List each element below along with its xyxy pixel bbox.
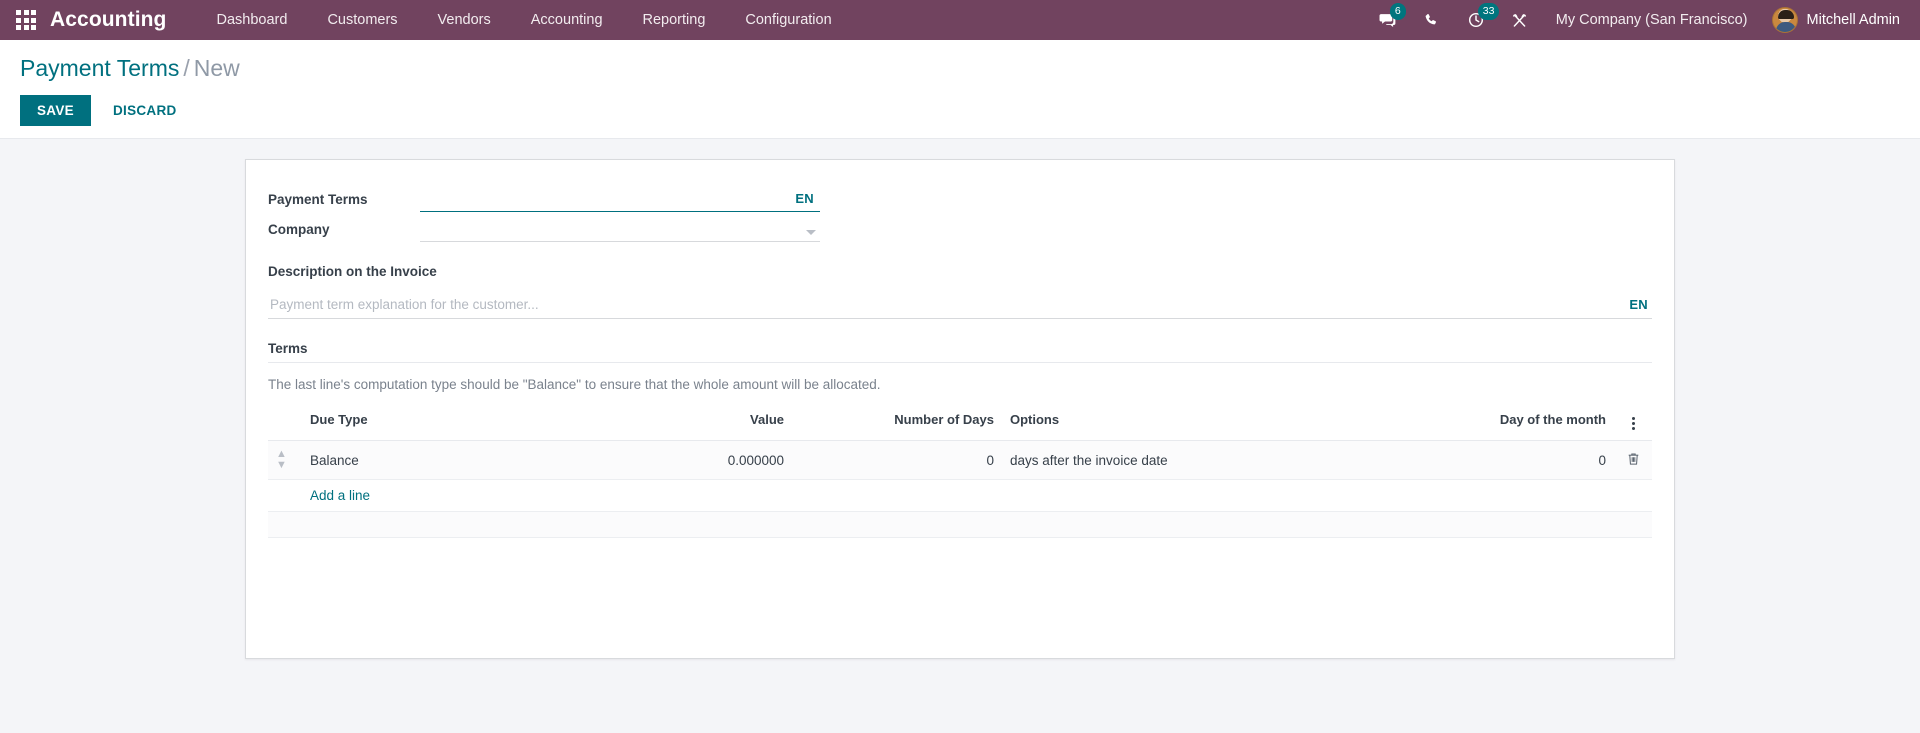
- apps-grid-icon[interactable]: [16, 10, 36, 30]
- breadcrumb-separator: /: [183, 55, 190, 81]
- description-lang-badge[interactable]: EN: [1629, 297, 1650, 312]
- app-brand-accounting[interactable]: Accounting: [50, 8, 167, 32]
- systray: 6 33: [1366, 0, 1542, 40]
- table-filler-cell: [268, 511, 1652, 538]
- drag-handle-icon[interactable]: ▲ ▼: [276, 449, 287, 471]
- terms-helper-text: The last line's computation type should …: [268, 377, 881, 392]
- payment-terms-control: EN: [420, 188, 820, 212]
- activities-badge: 33: [1477, 3, 1500, 20]
- company-control: [420, 218, 820, 242]
- chevron-down-icon[interactable]: [806, 230, 816, 235]
- breadcrumb-root[interactable]: Payment Terms: [20, 55, 179, 81]
- page-body: Payment Terms EN Company Description on …: [0, 139, 1920, 733]
- add-a-line-link[interactable]: Add a line: [310, 488, 370, 503]
- payment-terms-input[interactable]: [420, 188, 820, 212]
- company-input[interactable]: [420, 218, 820, 242]
- terms-header-row: Due Type Value Number of Days Options Da…: [268, 404, 1652, 441]
- menu-item-reporting[interactable]: Reporting: [623, 0, 726, 40]
- header-handle: [268, 404, 302, 441]
- terms-table: Due Type Value Number of Days Options Da…: [268, 404, 1652, 538]
- wrench-icon: [1511, 12, 1528, 29]
- user-menu[interactable]: Mitchell Admin: [1762, 3, 1906, 37]
- table-row[interactable]: ▲ ▼ Balance 0.000000 0 days after the inv…: [268, 440, 1652, 480]
- add-line-cell: Add a line: [302, 479, 1652, 512]
- cell-due-type[interactable]: Balance: [302, 440, 552, 480]
- form-sheet: Payment Terms EN Company Description on …: [245, 159, 1675, 659]
- kebab-menu-icon[interactable]: [1630, 417, 1637, 430]
- user-name: Mitchell Admin: [1806, 12, 1900, 28]
- description-block: Description on the Invoice Payment term …: [268, 264, 1652, 319]
- field-row-company: Company: [268, 218, 1652, 242]
- debug-button[interactable]: [1498, 0, 1542, 40]
- menu-item-customers[interactable]: Customers: [307, 0, 417, 40]
- trash-icon[interactable]: [1627, 452, 1640, 469]
- header-options[interactable]: Options: [1002, 404, 1414, 441]
- avatar: [1771, 7, 1798, 33]
- description-field[interactable]: Payment term explanation for the custome…: [268, 289, 1652, 319]
- phone-button[interactable]: [1410, 0, 1454, 40]
- header-number-of-days[interactable]: Number of Days: [792, 404, 1002, 441]
- payment-terms-label: Payment Terms: [268, 192, 368, 207]
- activities-button[interactable]: 33: [1454, 0, 1500, 40]
- form-action-buttons: SAVE DISCARD: [20, 95, 1900, 126]
- top-navbar: Accounting Dashboard Customers Vendors A…: [0, 0, 1920, 40]
- messages-badge: 6: [1389, 3, 1406, 20]
- table-filler-row: [268, 511, 1652, 538]
- field-row-payment-terms: Payment Terms EN: [268, 188, 1652, 212]
- menu-item-configuration[interactable]: Configuration: [725, 0, 851, 40]
- terms-table-body: ▲ ▼ Balance 0.000000 0 days after the inv…: [268, 440, 1652, 538]
- discard-button[interactable]: DISCARD: [101, 95, 189, 126]
- save-button[interactable]: SAVE: [20, 95, 91, 126]
- row-delete-button[interactable]: [1614, 440, 1652, 480]
- row-drag-handle[interactable]: ▲ ▼: [268, 440, 302, 480]
- main-menu: Dashboard Customers Vendors Accounting R…: [197, 0, 852, 40]
- cell-number-of-days[interactable]: 0: [792, 440, 1002, 480]
- control-panel: Payment Terms / New SAVE DISCARD: [0, 40, 1920, 139]
- cell-options[interactable]: days after the invoice date: [1002, 440, 1414, 480]
- breadcrumb: Payment Terms / New: [20, 54, 1900, 82]
- optional-columns-toggle[interactable]: [1614, 404, 1652, 441]
- breadcrumb-current: New: [193, 55, 240, 81]
- terms-list: Due Type Value Number of Days Options Da…: [268, 404, 1652, 538]
- cell-value[interactable]: 0.000000: [552, 440, 792, 480]
- header-value[interactable]: Value: [552, 404, 792, 441]
- description-placeholder: Payment term explanation for the custome…: [270, 297, 539, 312]
- add-line-handle-cell: [268, 479, 302, 512]
- menu-item-dashboard[interactable]: Dashboard: [197, 0, 308, 40]
- company-switcher[interactable]: My Company (San Francisco): [1542, 2, 1762, 38]
- phone-icon: [1423, 12, 1440, 29]
- cell-day-of-the-month[interactable]: 0: [1414, 440, 1614, 480]
- messages-button[interactable]: 6: [1366, 0, 1410, 40]
- company-label: Company: [268, 222, 330, 237]
- payment-terms-lang-badge[interactable]: EN: [795, 191, 814, 206]
- terms-section-title: Terms: [268, 341, 1652, 363]
- add-line-row: Add a line: [268, 479, 1652, 512]
- menu-item-accounting[interactable]: Accounting: [511, 0, 623, 40]
- menu-item-vendors[interactable]: Vendors: [418, 0, 511, 40]
- terms-table-head: Due Type Value Number of Days Options Da…: [268, 404, 1652, 441]
- header-due-type[interactable]: Due Type: [302, 404, 552, 441]
- description-label: Description on the Invoice: [268, 264, 437, 279]
- header-day-of-the-month[interactable]: Day of the month: [1414, 404, 1614, 441]
